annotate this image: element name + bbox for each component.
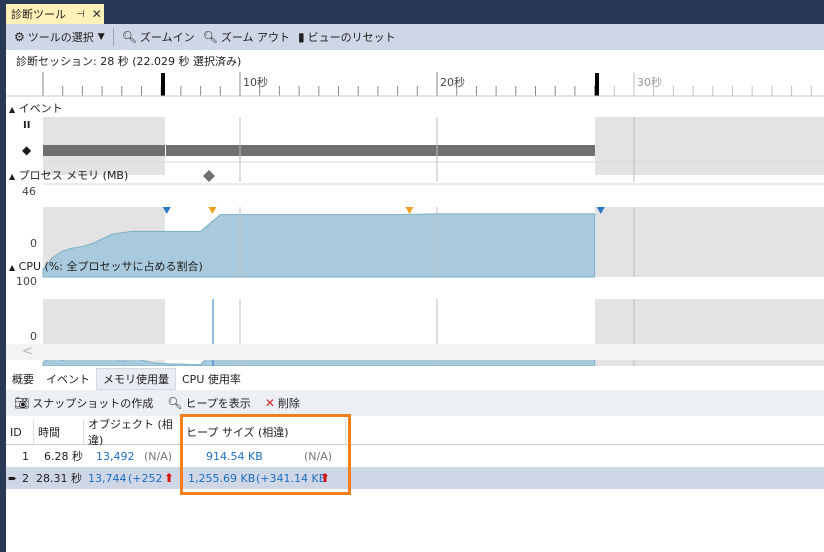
tab-summary[interactable]: 概要 [6,369,40,389]
objects-diff: (N/A) [144,449,173,463]
current-row-icon: ➨ [8,471,18,485]
table-row-selected[interactable]: ➨ 2 28.31 秒 13,744 (+252 ⬆ 1,255.69 KB (… [6,467,824,489]
scroll-left-icon[interactable]: < [22,344,33,359]
ruler-label-10s: 10秒 [243,76,268,89]
reset-view-button[interactable]: ▮ ビューのリセット [298,29,396,45]
tab-title: 診断ツール [11,8,66,21]
cpu-axis-min: 0 [30,330,37,343]
gear-icon: ⚙ [14,30,25,44]
column-header-time[interactable]: 時間 [34,420,84,444]
session-summary: 診断セッション: 28 秒 (22.029 秒 選択済み) [16,55,242,68]
collapse-arrow-icon: ▲ [9,263,16,272]
diagnostics-tab[interactable]: 診断ツール ⊣ ✕ [6,4,104,24]
outside-selection-right [595,117,824,175]
pin-icon[interactable]: ⊣ [76,9,85,20]
increase-arrow-icon: ⬆ [164,471,175,485]
selection-end-handle[interactable] [595,73,599,96]
view-heap-button[interactable]: 🔍︎ ヒープを表示 [167,395,251,411]
column-header-id[interactable]: ID [6,420,34,444]
selection-start-handle[interactable] [161,73,165,96]
collapse-arrow-icon: ▲ [9,105,16,114]
search-icon: 🔍︎ [167,396,183,410]
memory-axis-max: 46 [22,185,36,198]
increase-arrow-icon: ⬆ [320,471,331,485]
chart-reset-icon: ▮ [298,30,305,44]
column-header-heap-size[interactable]: ヒープ サイズ (相違) [182,420,346,444]
delete-x-icon: ✕ [264,396,275,410]
toolbar-separator [112,28,114,46]
zoom-in-button[interactable]: 🔍︎ ズームイン [122,29,195,45]
heap-size-diff-link[interactable]: (+341.14 KB [256,467,326,489]
chevron-down-icon: ▼ [97,32,105,42]
diamond-icon: ◆ [22,143,32,157]
main-toolbar: ⚙ ツールの選択 ▼ 🔍︎ ズームイン 🔍︎ ズーム アウト ▮ ビューのリセッ… [6,24,824,50]
tab-memory-usage[interactable]: メモリ使用量 [96,368,176,390]
break-event-bar[interactable] [43,145,595,156]
magnifier-plus-icon: 🔍︎ [121,30,137,44]
heap-size-link[interactable]: 914.54 KB [206,445,263,467]
tab-cpu-usage[interactable]: CPU 使用率 [176,369,247,389]
heap-size-link[interactable]: 1,255.69 KB [188,467,255,489]
zoom-out-button[interactable]: 🔍︎ ズーム アウト [203,29,290,45]
column-header-objects[interactable]: オブジェクト (相違) [84,418,182,447]
camera-icon: 📷︎ [14,396,30,410]
close-icon[interactable]: ✕ [92,7,102,21]
row-id: 2 [22,471,29,485]
objects-link[interactable]: 13,492 [96,445,135,467]
tab-events[interactable]: イベント [40,369,96,389]
horizontal-scrollbar[interactable]: < [6,344,824,360]
row-time: 28.31 秒 [36,472,82,485]
memory-toolbar: 📷︎ スナップショットの作成 🔍︎ ヒープを表示 ✕ 削除 [6,390,824,416]
memory-lane-header[interactable]: ▲ プロセス メモリ (MB) [9,167,128,183]
detail-tabs: 概要 イベント メモリ使用量 CPU 使用率 [6,368,824,390]
ruler-label-20s: 20秒 [440,76,465,89]
take-snapshot-button[interactable]: 📷︎ スナップショットの作成 [14,395,153,411]
cpu-axis-max: 100 [16,275,37,288]
delete-button[interactable]: ✕ 削除 [265,395,300,411]
row-time: 6.28 秒 [44,450,83,463]
document-tab-strip: 診断ツール ⊣ ✕ [0,0,824,24]
table-header: ID 時間 オブジェクト (相違) ヒープ サイズ (相違) [6,418,824,447]
pause-icon: II [23,120,31,131]
heap-size-diff: (N/A) [304,449,333,463]
memory-axis-min: 0 [30,237,37,250]
timeline-graphs [6,70,824,366]
objects-diff-link[interactable]: (+252 [128,467,163,489]
cpu-lane-header[interactable]: ▲ CPU (%: 全プロセッサに占める割合) [9,258,203,274]
events-lane-header[interactable]: ▲ イベント [9,100,63,116]
table-row[interactable]: 1 6.28 秒 13,492 (N/A) 914.54 KB (N/A) [6,445,824,467]
row-id: 1 [22,449,29,463]
objects-link[interactable]: 13,744 [88,467,127,489]
ruler-label-30s: 30秒 [637,76,662,89]
select-tools-button[interactable]: ⚙ ツールの選択 ▼ [14,29,105,45]
diagnostics-panel: ⚙ ツールの選択 ▼ 🔍︎ ズームイン 🔍︎ ズーム アウト ▮ ビューのリセッ… [6,24,824,552]
time-ruler[interactable] [6,70,824,96]
events-lane [43,112,824,185]
collapse-arrow-icon: ▲ [9,172,16,181]
magnifier-minus-icon: 🔍︎ [202,30,218,44]
